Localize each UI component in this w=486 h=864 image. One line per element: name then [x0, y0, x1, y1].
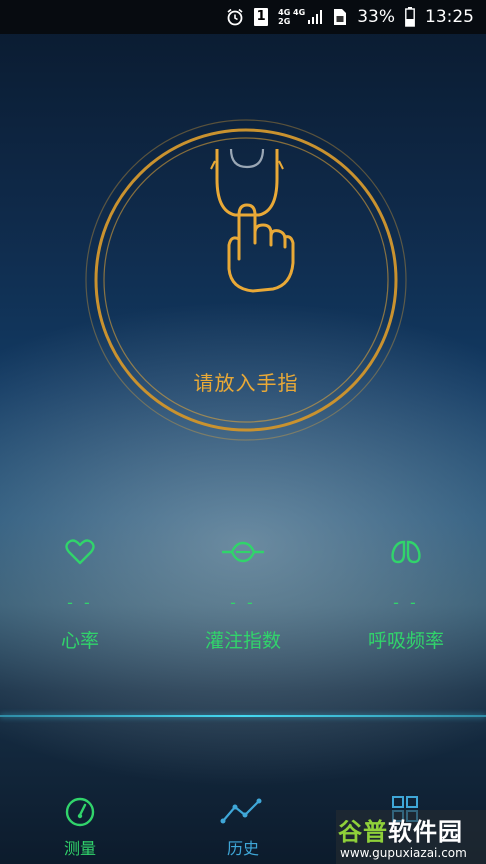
- nav-tab-history[interactable]: 历史: [203, 795, 283, 859]
- nav-tab-measure[interactable]: 测量: [40, 795, 120, 859]
- sim-card-icon: [333, 8, 347, 26]
- status-bar: 1 4G 4G 2G 33% 13:25: [0, 0, 486, 34]
- perfusion-icon: [173, 535, 313, 569]
- finger-insert-icon: [210, 148, 295, 293]
- cellular-signal-icon: 4G 4G 2G: [278, 8, 323, 26]
- respiratory-rate-value: - -: [393, 593, 419, 612]
- metric-perfusion-index: - - 灌注指数: [173, 535, 313, 653]
- heart-rate-label: 心率: [60, 630, 99, 652]
- sim-slot-badge: 1: [254, 8, 269, 26]
- perfusion-index-label: 灌注指数: [204, 630, 281, 652]
- watermark-title-a: 谷普: [338, 818, 388, 846]
- watermark: 谷普软件园 www.gupuxiazai.com: [336, 810, 486, 864]
- gauge-icon: [62, 797, 98, 831]
- perfusion-index-value: - -: [230, 593, 256, 612]
- watermark-title: 谷普软件园: [338, 812, 463, 847]
- battery-icon: [405, 7, 415, 27]
- battery-percent: 33%: [357, 7, 395, 27]
- clock-time: 13:25: [425, 7, 474, 27]
- finger-prompt: 请放入手指: [193, 371, 299, 395]
- lungs-icon: [336, 535, 476, 569]
- network-type-top: 4G 4G: [278, 8, 306, 17]
- metrics-panel: - - 心率 - - 灌注指数 - - 呼吸频率: [0, 535, 486, 655]
- watermark-url: www.gupuxiazai.com: [340, 846, 467, 860]
- nav-label-measure: 测量: [63, 839, 96, 858]
- nav-label-history: 历史: [226, 839, 259, 858]
- measure-ring[interactable]: 请放入手指: [83, 117, 409, 443]
- respiratory-rate-label: 呼吸频率: [367, 630, 444, 652]
- heart-rate-value: - -: [67, 593, 93, 612]
- metric-heart-rate: - - 心率: [10, 535, 150, 653]
- metric-respiratory-rate: - - 呼吸频率: [336, 535, 476, 653]
- network-type-bottom: 2G: [278, 17, 291, 26]
- watermark-title-b: 软件园: [388, 818, 463, 846]
- trend-line-icon: [219, 798, 267, 831]
- heart-icon: [10, 535, 150, 569]
- alarm-clock-icon: [226, 8, 244, 26]
